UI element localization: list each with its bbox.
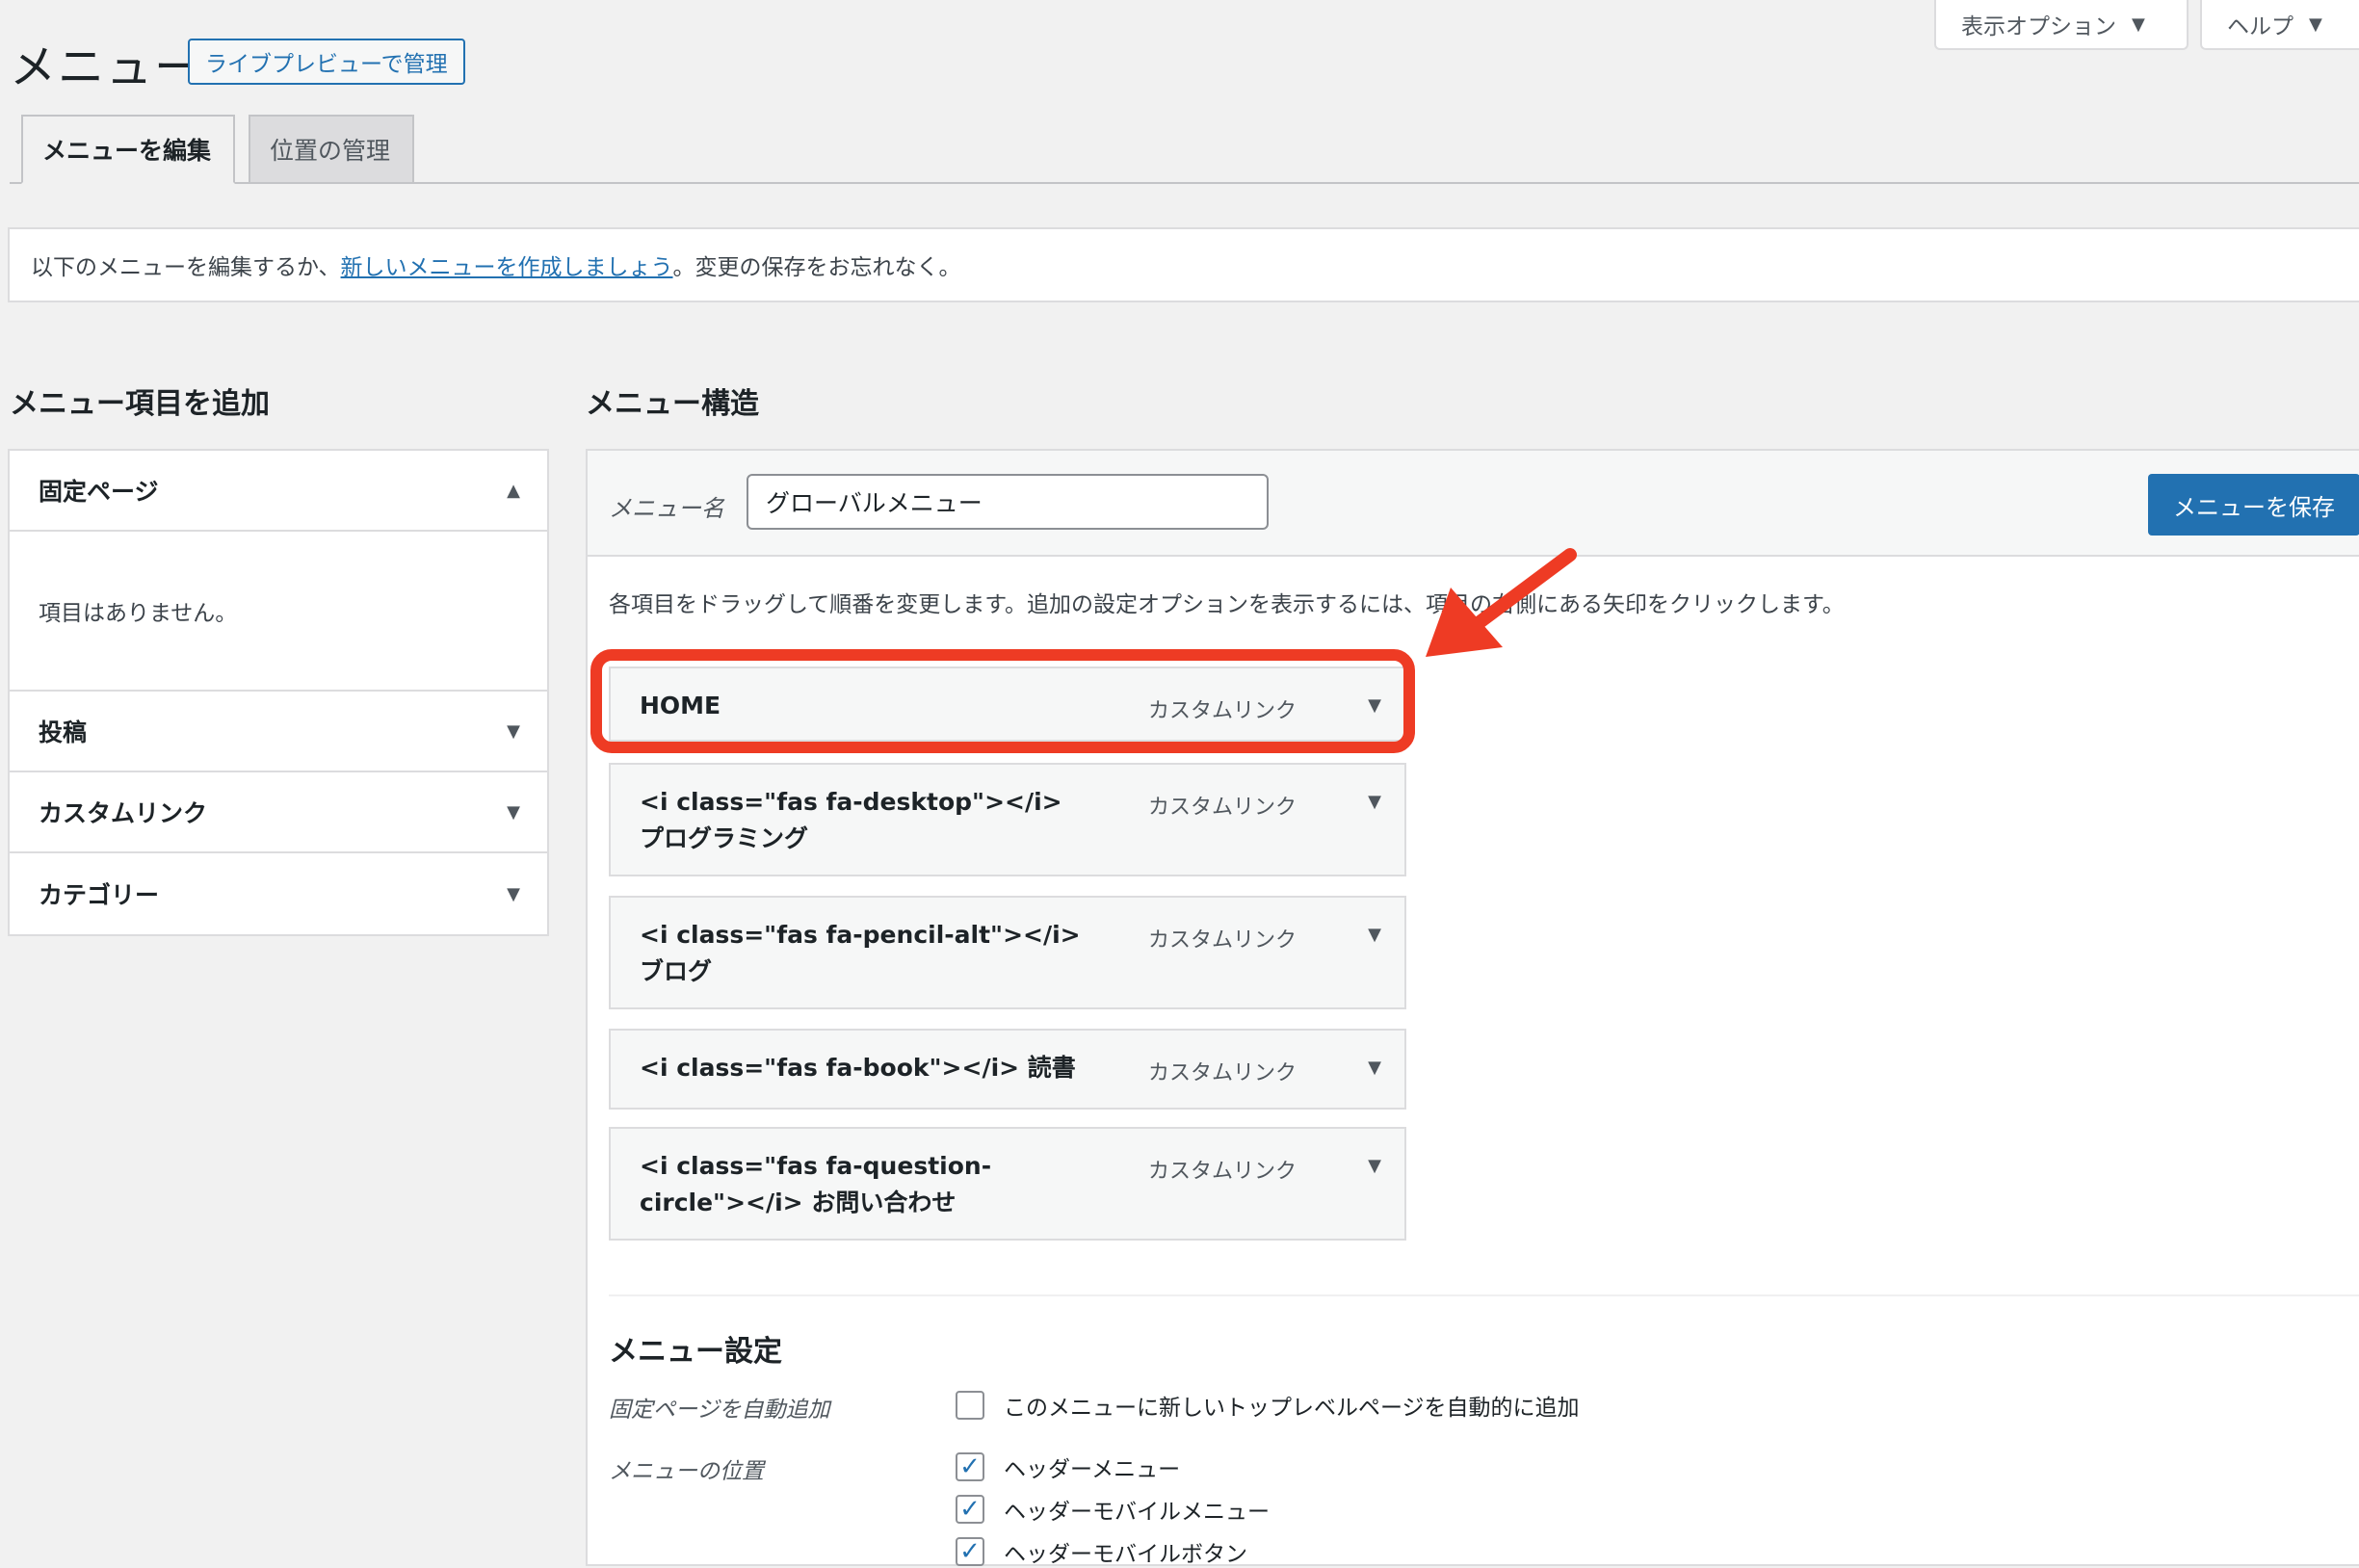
auto-add-label: 固定ページを自動追加: [609, 1398, 830, 1423]
caret-down-icon: ▼: [507, 801, 520, 823]
drag-instructions: 各項目をドラッグして順番を変更します。追加の設定オプションを表示するには、項目の…: [609, 592, 1845, 617]
caret-down-icon: ▼: [2132, 13, 2145, 35]
menu-item-title: <i class="fas fa-desktop"></i> プログラミング: [640, 788, 1062, 852]
expand-arrow-icon[interactable]: ▼: [1368, 695, 1381, 716]
live-preview-button[interactable]: ライブプレビューで管理: [188, 39, 465, 85]
expand-arrow-icon[interactable]: ▼: [1368, 925, 1381, 945]
help-button[interactable]: ヘルプ ▼: [2200, 0, 2359, 50]
menu-item-title: <i class="fas fa-pencil-alt"></i> ブログ: [640, 921, 1081, 985]
menu-item[interactable]: <i class="fas fa-desktop"></i> プログラミング カ…: [609, 763, 1406, 876]
accordion-label: 固定ページ: [39, 478, 159, 506]
accordion-pages[interactable]: 固定ページ ▲: [10, 451, 547, 532]
menu-item-title: HOME: [640, 692, 721, 719]
add-items-accordion: 固定ページ ▲ 項目はありません。 投稿 ▼ カスタムリンク ▼ カテゴリー ▼: [8, 449, 549, 936]
caret-up-icon: ▲: [507, 480, 520, 501]
location-option-label: ヘッダーモバイルメニュー: [1004, 1500, 1270, 1525]
menu-item-title: <i class="fas fa-book"></i> 読書: [640, 1054, 1076, 1082]
add-items-heading: メニュー項目を追加: [10, 387, 270, 421]
menu-item-title: <i class="fas fa-question-circle"></i> お…: [640, 1152, 992, 1216]
menu-item-type: カスタムリンク: [1147, 796, 1297, 820]
notice-text-before: 以下のメニューを編集するか、: [31, 255, 341, 280]
caret-down-icon: ▼: [2309, 13, 2322, 35]
page-title: メニュー: [10, 40, 203, 94]
menu-structure-heading: メニュー構造: [586, 387, 759, 421]
auto-add-checkbox[interactable]: [956, 1391, 984, 1420]
checkmark-icon[interactable]: ✓: [956, 1452, 984, 1481]
accordion-categories[interactable]: カテゴリー ▼: [10, 853, 547, 934]
accordion-custom-links[interactable]: カスタムリンク ▼: [10, 772, 547, 853]
caret-down-icon: ▼: [507, 720, 520, 742]
menu-item[interactable]: <i class="fas fa-question-circle"></i> お…: [609, 1127, 1406, 1241]
notice-text-after: 。変更の保存をお忘れなく。: [672, 255, 961, 280]
location-option-label: ヘッダーモバイルボタン: [1004, 1542, 1247, 1567]
menu-item[interactable]: <i class="fas fa-pencil-alt"></i> ブログ カス…: [609, 896, 1406, 1009]
settings-divider: [609, 1294, 2359, 1296]
caret-down-icon: ▼: [507, 883, 520, 904]
location-option[interactable]: ✓ ヘッダーモバイルボタン: [956, 1535, 1247, 1568]
location-option[interactable]: ✓ ヘッダーメニュー: [956, 1450, 1180, 1483]
menu-item-type: カスタムリンク: [1147, 1061, 1297, 1085]
accordion-pages-body: 項目はありません。: [10, 532, 547, 692]
tab-manage-locations[interactable]: 位置の管理: [249, 115, 414, 184]
auto-add-option[interactable]: このメニューに新しいトップレベルページを自動的に追加: [956, 1389, 1580, 1422]
menu-location-label: メニューの位置: [609, 1459, 764, 1484]
menu-item-type: カスタムリンク: [1147, 1160, 1297, 1184]
menu-item[interactable]: <i class="fas fa-book"></i> 読書 カスタムリンク ▼: [609, 1029, 1406, 1110]
notice-bar: 以下のメニューを編集するか、 新しいメニューを作成しましょう 。変更の保存をお忘…: [8, 227, 2359, 302]
location-option[interactable]: ✓ ヘッダーモバイルメニュー: [956, 1493, 1270, 1526]
annotation-arrow-icon: [1426, 548, 1577, 657]
display-options-label: 表示オプション: [1961, 14, 2116, 39]
accordion-label: カスタムリンク: [39, 799, 208, 827]
accordion-label: カテゴリー: [39, 881, 160, 909]
accordion-posts[interactable]: 投稿 ▼: [10, 692, 547, 772]
menu-item-type: カスタムリンク: [1147, 928, 1297, 953]
menu-item[interactable]: HOME カスタムリンク ▼: [609, 666, 1406, 742]
display-options-button[interactable]: 表示オプション ▼: [1934, 0, 2189, 50]
checkmark-icon[interactable]: ✓: [956, 1537, 984, 1566]
auto-add-option-label: このメニューに新しいトップレベルページを自動的に追加: [1004, 1396, 1580, 1421]
menu-name-label: メニュー名: [609, 495, 724, 522]
tab-edit-menus[interactable]: メニューを編集: [21, 115, 235, 184]
create-new-menu-link[interactable]: 新しいメニューを作成しましょう: [341, 248, 673, 281]
menu-name-input[interactable]: [747, 474, 1269, 530]
expand-arrow-icon[interactable]: ▼: [1368, 1058, 1381, 1078]
menu-item-type: カスタムリンク: [1147, 699, 1297, 723]
help-label: ヘルプ: [2227, 14, 2293, 39]
checkmark-icon[interactable]: ✓: [956, 1495, 984, 1524]
save-menu-button[interactable]: メニューを保存: [2148, 474, 2359, 536]
expand-arrow-icon[interactable]: ▼: [1368, 792, 1381, 812]
menu-settings-heading: メニュー設定: [609, 1335, 782, 1369]
location-option-label: ヘッダーメニュー: [1004, 1457, 1181, 1482]
expand-arrow-icon[interactable]: ▼: [1368, 1156, 1381, 1176]
accordion-label: 投稿: [39, 719, 88, 746]
